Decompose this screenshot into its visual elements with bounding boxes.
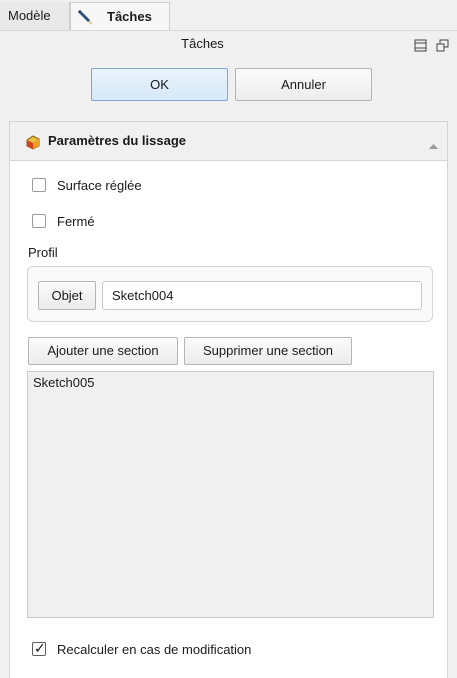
panel-title: Tâches: [181, 36, 224, 51]
closed-box[interactable]: [32, 214, 46, 228]
checkmark-icon: ✓: [34, 640, 46, 656]
remove-section-button[interactable]: Supprimer une section: [184, 337, 352, 365]
tab-bar-divider: [0, 30, 457, 31]
tab-tasks-label: Tâches: [107, 9, 152, 24]
add-section-button[interactable]: Ajouter une section: [28, 337, 178, 365]
closed-label: Fermé: [57, 214, 95, 229]
ruled-surface-label: Surface réglée: [57, 178, 142, 193]
pencil-icon: [75, 7, 97, 29]
tab-bar: Modèle Tâches: [0, 0, 457, 31]
float-icon[interactable]: [436, 39, 449, 52]
ok-button[interactable]: OK: [91, 68, 228, 101]
list-item[interactable]: Sketch005: [33, 375, 94, 390]
cancel-button[interactable]: Annuler: [235, 68, 372, 101]
tab-model[interactable]: Modèle: [0, 2, 70, 30]
loft-icon: [25, 134, 41, 150]
dock-icon[interactable]: [414, 39, 427, 52]
tab-tasks[interactable]: Tâches: [70, 2, 170, 31]
loft-group-header[interactable]: Paramètres du lissage: [9, 121, 448, 161]
recompute-box[interactable]: ✓: [32, 640, 46, 656]
profile-label: Profil: [28, 245, 58, 260]
profile-field[interactable]: Sketch004: [102, 281, 422, 310]
object-button[interactable]: Objet: [38, 281, 96, 310]
section-list[interactable]: Sketch005: [27, 371, 434, 618]
loft-group-title: Paramètres du lissage: [48, 133, 187, 148]
tab-model-label: Modèle: [8, 8, 51, 23]
recompute-label: Recalculer en cas de modification: [57, 642, 252, 657]
chevron-up-icon[interactable]: [428, 138, 439, 149]
ruled-surface-box[interactable]: [32, 178, 46, 192]
